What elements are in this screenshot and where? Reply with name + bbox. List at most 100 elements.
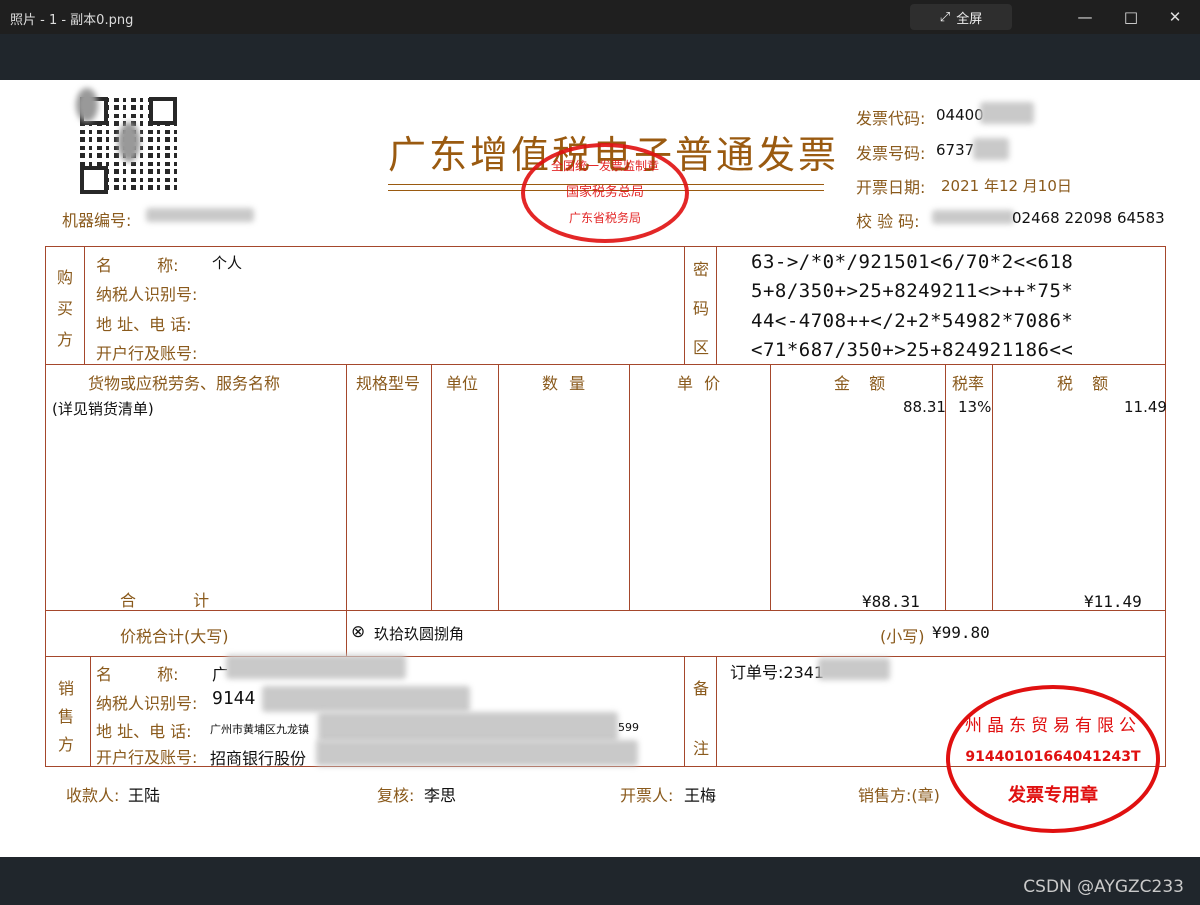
buyer-tax-id-label: 纳税人识别号: xyxy=(96,285,198,304)
buyer-side-label: 买 xyxy=(57,299,74,318)
cipher-line: <71*687/350+>25+824921186<< xyxy=(751,339,1074,361)
total-amount: ¥88.31 xyxy=(862,592,920,611)
col-divider xyxy=(90,656,91,767)
order-number: 订单号:2341 xyxy=(730,663,825,682)
col-divider xyxy=(684,246,685,364)
qr-redaction xyxy=(118,122,140,162)
stamp-text: 州晶东贸易有限公 xyxy=(965,716,1141,736)
viewer-top-band xyxy=(0,34,1200,80)
cipher-line: 5+8/350+>25+8249211<>++*75* xyxy=(751,280,1074,302)
col-divider xyxy=(84,246,85,364)
issue-date-value: 2021 年12 月10日 xyxy=(941,177,1072,195)
reviewer-name: 李思 xyxy=(424,786,457,805)
qr-redaction xyxy=(76,88,98,122)
window-titlebar: 照片 - 1 - 副本0.png ⤢ 全屏 — □ ✕ xyxy=(0,0,1200,34)
viewer-bottom-band xyxy=(0,857,1200,905)
buyer-bank-label: 开户行及账号: xyxy=(96,344,198,363)
qr-corner xyxy=(80,166,108,194)
header-qty: 数 量 xyxy=(542,374,586,393)
header-spec: 规格型号 xyxy=(356,374,421,393)
invoice-code-value: 04400 xyxy=(936,106,984,124)
header-rate: 税率 xyxy=(952,374,985,393)
col-divider xyxy=(684,656,685,767)
invoice-number-redacted xyxy=(973,138,1009,160)
total-label: 合 计 xyxy=(120,591,210,610)
issuer-name: 王梅 xyxy=(684,786,717,805)
cipher-side-label: 密 xyxy=(693,260,710,279)
stamp-text: 国家税务总局 xyxy=(565,185,644,200)
remarks-side-label: 备 xyxy=(693,679,710,698)
item-amount: 88.31 xyxy=(903,398,946,416)
tax-bureau-stamp: 全国统一发票监制章 国家税务总局 广东省税务局 xyxy=(521,143,689,243)
check-code-value: 02468 22098 64583 xyxy=(1012,209,1165,227)
seller-name-label: 名 称: xyxy=(96,665,179,684)
maximize-icon: □ xyxy=(1123,8,1139,26)
machine-no-redacted xyxy=(146,208,254,222)
minimize-icon: — xyxy=(1077,8,1093,26)
invoice-code-redacted xyxy=(980,102,1034,124)
seller-tax-id-value: 9144 xyxy=(212,688,256,709)
window-title: 照片 - 1 - 副本0.png xyxy=(10,13,134,28)
close-icon: ✕ xyxy=(1168,8,1182,26)
buyer-name-value: 个人 xyxy=(212,254,243,272)
cipher-line: 63->/*0*/921501<6/70*2<<618 xyxy=(751,251,1074,273)
header-item-name: 货物或应税劳务、服务名称 xyxy=(88,374,281,393)
seller-tax-id-redacted xyxy=(262,686,470,712)
seller-address-tail: 599 xyxy=(618,721,639,734)
check-code-redacted xyxy=(932,210,1014,224)
seller-side-label: 方 xyxy=(58,735,75,754)
fullscreen-button[interactable]: ⤢ 全屏 xyxy=(910,4,1012,30)
circled-x-icon: ⊗ xyxy=(351,622,366,642)
header-unit: 单位 xyxy=(446,374,479,393)
order-number-redacted xyxy=(818,658,890,680)
seller-address-value: 广州市黄埔区九龙镇 xyxy=(210,723,309,736)
minimize-button[interactable]: — xyxy=(1070,5,1100,29)
seller-bank-value: 招商银行股份 xyxy=(210,749,307,768)
cipher-side-label: 区 xyxy=(693,338,710,357)
header-tax: 税 额 xyxy=(1057,374,1109,393)
col-divider xyxy=(431,364,432,610)
row-divider xyxy=(45,656,1166,657)
seller-bank-redacted xyxy=(316,740,638,766)
col-divider xyxy=(498,364,499,610)
buyer-name-label: 名 称: xyxy=(96,256,179,275)
seller-address-redacted xyxy=(318,712,618,742)
col-divider xyxy=(716,246,717,364)
item-name: (详见销货清单) xyxy=(52,400,154,418)
maximize-button[interactable]: □ xyxy=(1116,5,1146,29)
seller-address-label: 地 址、电 话: xyxy=(96,722,192,741)
seller-invoice-stamp: 州晶东贸易有限公 91440101664041243T 发票专用章 xyxy=(946,685,1160,833)
seller-side-label: 售 xyxy=(58,707,75,726)
col-divider xyxy=(346,364,347,656)
row-divider xyxy=(45,364,1166,365)
qr-corner xyxy=(149,97,177,125)
small-amount-value: ¥99.80 xyxy=(932,623,990,642)
seller-bank-label: 开户行及账号: xyxy=(96,748,198,767)
grand-total-words: 玖拾玖圆捌角 xyxy=(374,625,465,643)
remarks-side-label: 注 xyxy=(693,739,710,758)
header-price: 单 价 xyxy=(677,374,721,393)
buyer-side-label: 方 xyxy=(57,330,74,349)
machine-no-label: 机器编号: xyxy=(62,211,132,230)
reviewer-label: 复核: xyxy=(377,786,415,805)
total-tax: ¥11.49 xyxy=(1084,592,1142,611)
cipher-line: 44<-4708++</2+2*54982*7086* xyxy=(751,310,1074,332)
stamp-text: 全国统一发票监制章 xyxy=(550,159,659,173)
item-tax: 11.49 xyxy=(1124,398,1167,416)
invoice-image[interactable]: 机器编号: 广东增值税电子普通发票 全国统一发票监制章 国家税务总局 广东省税务… xyxy=(0,80,1200,857)
header-amount: 金 额 xyxy=(834,374,886,393)
small-amount-label: (小写) xyxy=(880,627,925,646)
col-divider xyxy=(770,364,771,610)
check-code-label: 校 验 码: xyxy=(856,212,920,231)
invoice-number-label: 发票号码: xyxy=(856,144,926,163)
stamp-text: 广东省税务局 xyxy=(568,211,641,225)
grand-total-label: 价税合计(大写) xyxy=(120,627,229,646)
payee-name: 王陆 xyxy=(128,786,161,805)
col-divider xyxy=(992,364,993,610)
issue-date-label: 开票日期: xyxy=(856,178,926,197)
invoice-code-label: 发票代码: xyxy=(856,109,926,128)
close-button[interactable]: ✕ xyxy=(1160,5,1190,29)
stamp-text: 91440101664041243T xyxy=(965,749,1141,765)
item-rate: 13% xyxy=(958,398,992,416)
seller-tax-id-label: 纳税人识别号: xyxy=(96,694,198,713)
